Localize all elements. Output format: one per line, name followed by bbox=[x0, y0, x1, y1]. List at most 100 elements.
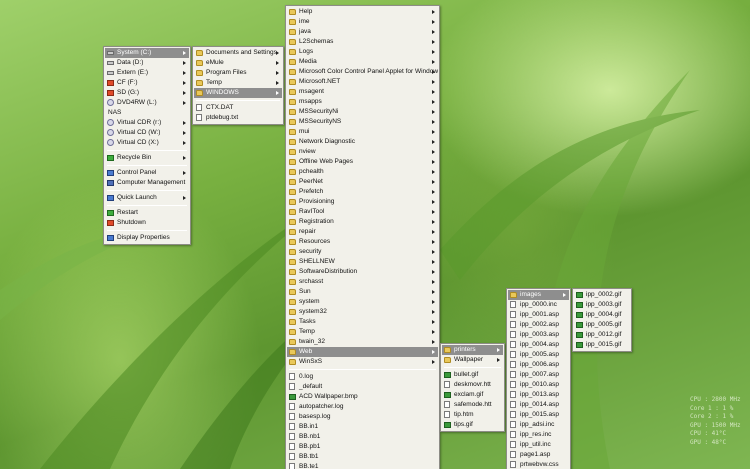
menu-item-ipp-0007-asp[interactable]: ipp_0007.asp bbox=[508, 370, 569, 380]
menu-item-offline-web-pages[interactable]: Offline Web Pages bbox=[287, 157, 438, 167]
menu-item-help[interactable]: Help bbox=[287, 7, 438, 17]
menu-item-srchasst[interactable]: srchasst bbox=[287, 277, 438, 287]
menu-item-deskmovr-htt[interactable]: deskmovr.htt bbox=[442, 380, 503, 390]
menu-item-media[interactable]: Media bbox=[287, 57, 438, 67]
menu-item-msapps[interactable]: msapps bbox=[287, 97, 438, 107]
menu-item-provisioning[interactable]: Provisioning bbox=[287, 197, 438, 207]
menu-item-ipp-0005-gif[interactable]: ipp_0005.gif bbox=[574, 320, 630, 330]
menu-item-nview[interactable]: nview bbox=[287, 147, 438, 157]
menu-item-computer-management[interactable]: Computer Management bbox=[105, 178, 189, 188]
menu-item-ravitool[interactable]: RavITool bbox=[287, 207, 438, 217]
menu-item-ctx-dat[interactable]: CTX.DAT bbox=[194, 103, 282, 113]
menu-item-images[interactable]: images bbox=[508, 290, 569, 300]
menu-item-tip-htm[interactable]: tip.htm bbox=[442, 410, 503, 420]
menu-item-ipp-0010-asp[interactable]: ipp_0010.asp bbox=[508, 380, 569, 390]
menu-item-msagent[interactable]: msagent bbox=[287, 87, 438, 97]
menu-item-logs[interactable]: Logs bbox=[287, 47, 438, 57]
menu-item-exclam-gif[interactable]: exclam.gif bbox=[442, 390, 503, 400]
menu-item-ime[interactable]: ime bbox=[287, 17, 438, 27]
menu-item-microsoft-color-control-panel-applet-for-windows-xp[interactable]: Microsoft Color Control Panel Applet for… bbox=[287, 67, 438, 77]
menu-item-safemode-htt[interactable]: safemode.htt bbox=[442, 400, 503, 410]
menu-item-sun[interactable]: Sun bbox=[287, 287, 438, 297]
menu-item-microsoft-net[interactable]: Microsoft.NET bbox=[287, 77, 438, 87]
menu-item-pchealth[interactable]: pchealth bbox=[287, 167, 438, 177]
menu-item-ipp-0004-gif[interactable]: ipp_0004.gif bbox=[574, 310, 630, 320]
menu-item-program-files[interactable]: Program Files bbox=[194, 68, 282, 78]
menu-item-mssecurityns[interactable]: MSSecurityNS bbox=[287, 117, 438, 127]
menu-item-data-d[interactable]: Data (D:) bbox=[105, 58, 189, 68]
menu-item-quick-launch[interactable]: Quick Launch bbox=[105, 193, 189, 203]
menu-item-ipp-0003-asp[interactable]: ipp_0003.asp bbox=[508, 330, 569, 340]
menu-item-shutdown[interactable]: Shutdown bbox=[105, 218, 189, 228]
menu-item-peernet[interactable]: PeerNet bbox=[287, 177, 438, 187]
menu-item-ipp-0001-asp[interactable]: ipp_0001.asp bbox=[508, 310, 569, 320]
menu-item-extern-e[interactable]: Extern (E:) bbox=[105, 68, 189, 78]
menu-item-virtual-cdr-r[interactable]: Virtual CDR (r:) bbox=[105, 118, 189, 128]
menu-item-ipp-0005-asp[interactable]: ipp_0005.asp bbox=[508, 350, 569, 360]
menu-item-dvd4rw-l[interactable]: DVD4RW (L:) bbox=[105, 98, 189, 108]
menu-item-cf-f[interactable]: CF (F:) bbox=[105, 78, 189, 88]
menu-item-system32[interactable]: system32 bbox=[287, 307, 438, 317]
menu-item-network-diagnostic[interactable]: Network Diagnostic bbox=[287, 137, 438, 147]
menu-item-acd-wallpaper-bmp[interactable]: ACD Wallpaper.bmp bbox=[287, 392, 438, 402]
menu-item-ipp-0002-gif[interactable]: ipp_0002.gif bbox=[574, 290, 630, 300]
menu-item-ptdebug-txt[interactable]: ptdebug.txt bbox=[194, 113, 282, 123]
menu-item-ipp-0014-asp[interactable]: ipp_0014.asp bbox=[508, 400, 569, 410]
menu-item-ipp-0015-gif[interactable]: ipp_0015.gif bbox=[574, 340, 630, 350]
menu-item-sd-g[interactable]: SD (G:) bbox=[105, 88, 189, 98]
menu-item-prtwebvw-css[interactable]: prtwebvw.css bbox=[508, 460, 569, 469]
menu-item-display-properties[interactable]: Display Properties bbox=[105, 233, 189, 243]
menu-item-security[interactable]: security bbox=[287, 247, 438, 257]
menu-item-temp[interactable]: Temp bbox=[194, 78, 282, 88]
menu-item-ipp-0000-inc[interactable]: ipp_0000.inc bbox=[508, 300, 569, 310]
menu-item-bb-te1[interactable]: BB.te1 bbox=[287, 462, 438, 469]
menu-item-virtual-cd-w[interactable]: Virtual CD (W:) bbox=[105, 128, 189, 138]
menu-item-ipp-0012-gif[interactable]: ipp_0012.gif bbox=[574, 330, 630, 340]
menu-item-bb-in1[interactable]: BB.in1 bbox=[287, 422, 438, 432]
menu-item-autopatcher-log[interactable]: autopatcher.log bbox=[287, 402, 438, 412]
menu-item-tips-gif[interactable]: tips.gif bbox=[442, 420, 503, 430]
menu-item-mssecurityni[interactable]: MSSecurityNi bbox=[287, 107, 438, 117]
menu-item-printers[interactable]: printers bbox=[442, 345, 503, 355]
menu-item-control-panel[interactable]: Control Panel bbox=[105, 168, 189, 178]
menu-item-virtual-cd-x[interactable]: Virtual CD (X:) bbox=[105, 138, 189, 148]
menu-item-documents-and-settings[interactable]: Documents and Settings bbox=[194, 48, 282, 58]
menu-item-basesp-log[interactable]: basesp.log bbox=[287, 412, 438, 422]
menu-item-wallpaper[interactable]: Wallpaper bbox=[442, 355, 503, 365]
menu-item-ipp-util-inc[interactable]: ipp_util.inc bbox=[508, 440, 569, 450]
menu-item-ipp-0015-asp[interactable]: ipp_0015.asp bbox=[508, 410, 569, 420]
menu-item-ipp-0004-asp[interactable]: ipp_0004.asp bbox=[508, 340, 569, 350]
menu-item-default[interactable]: _default bbox=[287, 382, 438, 392]
menu-item-mui[interactable]: mui bbox=[287, 127, 438, 137]
menu-item-web[interactable]: Web bbox=[287, 347, 438, 357]
menu-item-temp[interactable]: Temp bbox=[287, 327, 438, 337]
menu-item-winsxs[interactable]: WinSxS bbox=[287, 357, 438, 367]
menu-item-registration[interactable]: Registration bbox=[287, 217, 438, 227]
menu-item-bullet-gif[interactable]: bullet.gif bbox=[442, 370, 503, 380]
menu-item-ipp-adsi-inc[interactable]: ipp_adsi.inc bbox=[508, 420, 569, 430]
menu-item-softwaredistribution[interactable]: SoftwareDistribution bbox=[287, 267, 438, 277]
menu-item-resources[interactable]: Resources bbox=[287, 237, 438, 247]
menu-item-java[interactable]: java bbox=[287, 27, 438, 37]
menu-item-prefetch[interactable]: Prefetch bbox=[287, 187, 438, 197]
menu-item-bb-pb1[interactable]: BB.pb1 bbox=[287, 442, 438, 452]
menu-item-repair[interactable]: repair bbox=[287, 227, 438, 237]
menu-item-ipp-0002-asp[interactable]: ipp_0002.asp bbox=[508, 320, 569, 330]
menu-item-bb-tb1[interactable]: BB.tb1 bbox=[287, 452, 438, 462]
menu-item-bb-nb1[interactable]: BB.nb1 bbox=[287, 432, 438, 442]
menu-item-ipp-0006-asp[interactable]: ipp_0006.asp bbox=[508, 360, 569, 370]
menu-item-restart[interactable]: Restart bbox=[105, 208, 189, 218]
menu-item-ipp-res-inc[interactable]: ipp_res.inc bbox=[508, 430, 569, 440]
menu-item-tasks[interactable]: Tasks bbox=[287, 317, 438, 327]
menu-item-twain-32[interactable]: twain_32 bbox=[287, 337, 438, 347]
menu-item-system[interactable]: system bbox=[287, 297, 438, 307]
menu-item-recycle-bin[interactable]: Recycle Bin bbox=[105, 153, 189, 163]
menu-item-nas[interactable]: NAS bbox=[105, 108, 189, 118]
menu-item-windows[interactable]: WINDOWS bbox=[194, 88, 282, 98]
menu-item-page1-asp[interactable]: page1.asp bbox=[508, 450, 569, 460]
menu-item-emule[interactable]: eMule bbox=[194, 58, 282, 68]
menu-item-0-log[interactable]: 0.log bbox=[287, 372, 438, 382]
menu-item-ipp-0013-asp[interactable]: ipp_0013.asp bbox=[508, 390, 569, 400]
menu-item-ipp-0003-gif[interactable]: ipp_0003.gif bbox=[574, 300, 630, 310]
menu-item-system-c[interactable]: System (C:) bbox=[105, 48, 189, 58]
